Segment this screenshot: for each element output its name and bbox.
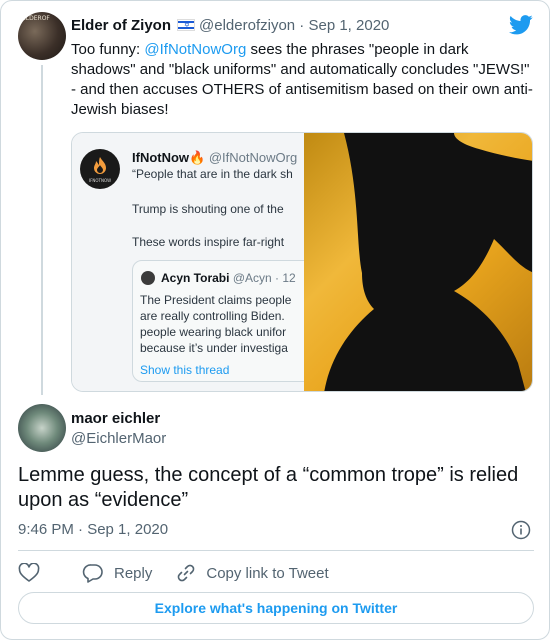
quoted-handle: @Acyn · 12 xyxy=(232,271,296,285)
reply-author-handle[interactable]: @EichlerMaor xyxy=(71,430,166,447)
embedded-name: IfNotNow🔥 xyxy=(132,150,206,165)
copy-link-button[interactable]: Copy link to Tweet xyxy=(176,563,329,583)
separator-dot: · xyxy=(299,17,305,34)
author-name[interactable]: Elder of Ziyon xyxy=(71,17,171,34)
parent-tweet-text: Too funny: @IfNotNowOrg sees the phrases… xyxy=(71,40,537,120)
embedded-line-3: These words inspire far-right xyxy=(132,235,285,249)
explore-button[interactable]: Explore what's happening on Twitter xyxy=(18,592,534,624)
copy-link-label: Copy link to Tweet xyxy=(206,564,329,582)
divider xyxy=(18,550,534,551)
twitter-bird-icon[interactable] xyxy=(509,15,533,35)
like-button[interactable] xyxy=(18,563,50,583)
flame-icon: IFNOTNOW xyxy=(89,157,111,183)
info-icon[interactable] xyxy=(511,520,531,540)
avatar[interactable] xyxy=(18,404,66,452)
link-icon xyxy=(178,564,195,582)
embedded-quoted-tweet: Acyn Torabi @Acyn · 12 The President cla… xyxy=(132,260,332,382)
avatar-label: ELDEROF xyxy=(22,15,50,22)
tweet-text-pre: Too funny: xyxy=(71,41,145,58)
thread-line xyxy=(41,65,43,395)
reply-button[interactable]: Reply xyxy=(82,563,152,583)
tweet-card: ELDEROF Elder of Ziyon ✡ @elderofziyon · S… xyxy=(0,0,550,640)
show-thread-link: Show this thread xyxy=(140,363,230,377)
tweet-media[interactable]: IFNOTNOW IfNotNow🔥 @IfNotNowOrg “People … xyxy=(71,132,533,392)
avatar[interactable]: ELDEROF xyxy=(18,12,66,60)
tweet-date[interactable]: Sep 1, 2020 xyxy=(308,17,389,34)
reply-author-name[interactable]: maor eichler xyxy=(71,410,160,427)
reply-label: Reply xyxy=(114,564,153,582)
embedded-line-2: Trump is shouting one of the xyxy=(132,202,284,216)
parent-tweet-header: Elder of Ziyon ✡ @elderofziyon · Sep 1, 20… xyxy=(71,17,389,34)
quoted-line-2: are really controlling Biden. xyxy=(140,309,285,323)
embedded-account: IfNotNow🔥 @IfNotNowOrg xyxy=(132,150,297,166)
tweet-actions: Reply Copy link to Tweet xyxy=(18,561,353,585)
quoted-name: Acyn Torabi xyxy=(161,271,230,285)
quoted-avatar xyxy=(141,271,155,285)
quoted-line-4: because it’s under investiga xyxy=(140,341,288,355)
reply-icon xyxy=(82,564,103,583)
silhouette-figure xyxy=(324,133,532,391)
author-handle[interactable]: @elderofziyon xyxy=(199,17,295,34)
heart-icon xyxy=(18,563,40,582)
israel-flag-icon: ✡ xyxy=(177,19,196,31)
quoted-line-1: The President claims people xyxy=(140,293,292,307)
silhouette-image xyxy=(304,133,532,391)
mention-link[interactable]: @IfNotNowOrg xyxy=(144,41,246,58)
reply-tweet-text: Lemme guess, the concept of a “common tr… xyxy=(18,464,519,511)
logo-text: IFNOTNOW xyxy=(89,178,111,183)
quoted-line-3: people wearing black unifor xyxy=(140,325,287,339)
quoted-account: Acyn Torabi @Acyn · 12 xyxy=(161,271,296,285)
embedded-handle: @IfNotNowOrg xyxy=(208,150,298,165)
tweet-timestamp[interactable]: 9:46 PM · Sep 1, 2020 xyxy=(18,521,168,538)
ifnotnow-logo: IFNOTNOW xyxy=(80,149,120,189)
embedded-line-1: “People that are in the dark sh xyxy=(132,167,293,181)
embedded-tweet-screenshot: IFNOTNOW IfNotNow🔥 @IfNotNowOrg “People … xyxy=(72,133,332,391)
